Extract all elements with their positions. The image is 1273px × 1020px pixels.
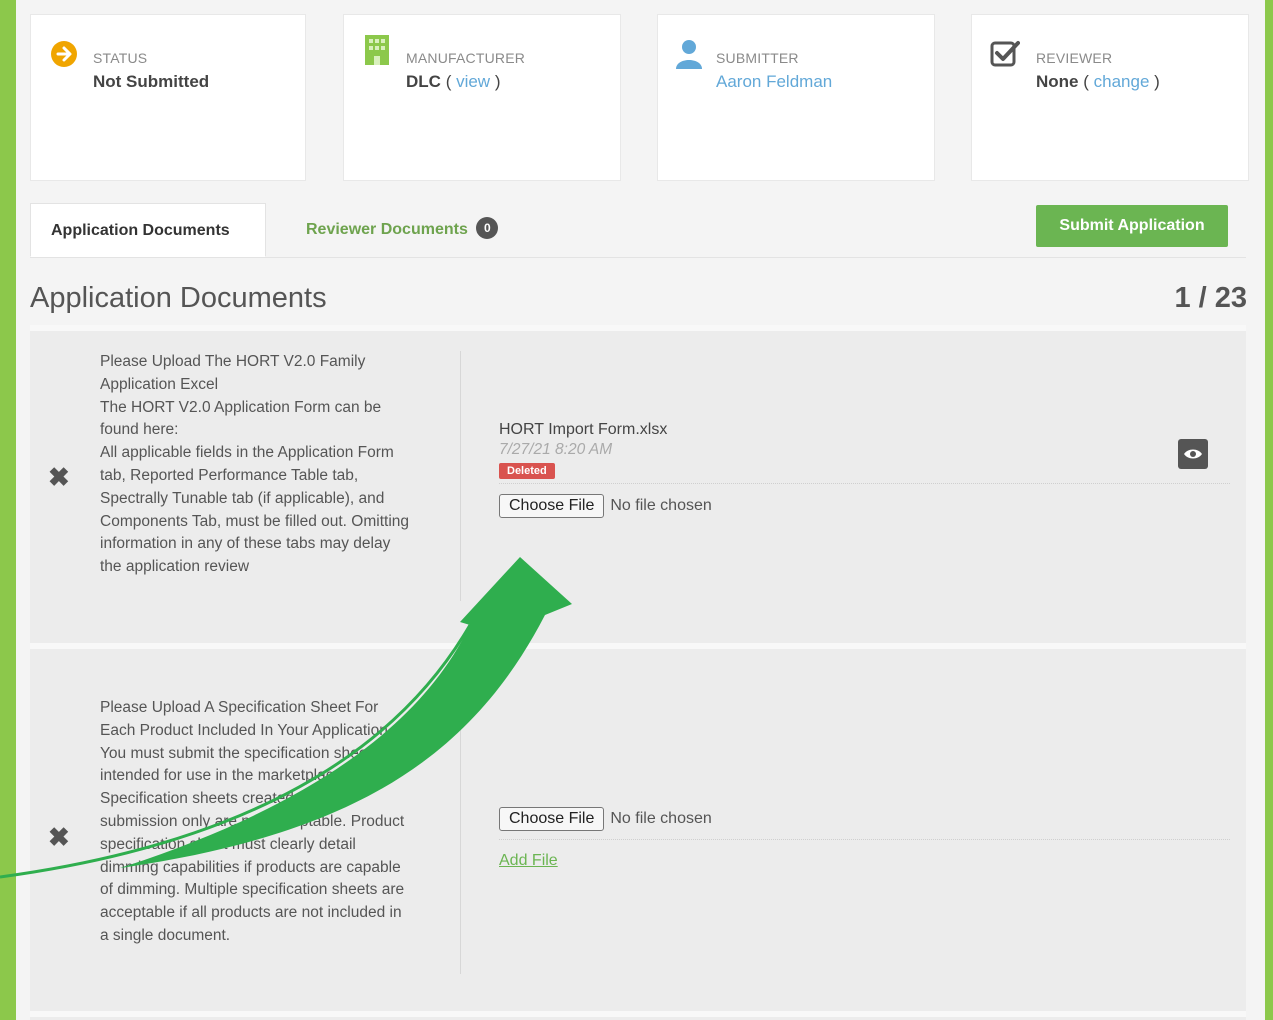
- page-frame: STATUS Not Submitted MANUFACTURER DLC ( …: [16, 0, 1265, 1020]
- description-line: dimming capabilities if products are cap…: [100, 858, 401, 876]
- no-file-text: No file chosen: [610, 497, 712, 514]
- building-icon: [365, 35, 389, 65]
- paren-open: (: [1083, 72, 1094, 91]
- divider: [499, 839, 1230, 840]
- file-input: Choose File No file chosen: [499, 807, 1230, 831]
- description-line: of dimming. Multiple specification sheet…: [100, 881, 405, 899]
- view-file-button[interactable]: [1178, 439, 1208, 469]
- submitter-label: SUBMITTER: [716, 50, 799, 66]
- file-name[interactable]: HORT Import Form.xlsx: [499, 421, 1230, 439]
- eye-icon: [1184, 449, 1202, 459]
- description-line: Spectrally Tunable tab (if applicable), …: [100, 489, 385, 507]
- document-row: ✖ Please Upload The HORT V2.0 Family App…: [30, 325, 1246, 643]
- column-divider: [460, 351, 461, 601]
- manufacturer-value: DLC ( view ): [406, 72, 500, 92]
- file-date: 7/27/21 8:20 AM: [499, 441, 613, 458]
- description-line: tab, Reported Performance Table tab,: [100, 466, 359, 484]
- reviewer-name: None: [1036, 72, 1079, 91]
- section-title: Application Documents: [30, 282, 327, 314]
- document-description: Please Upload The HORT V2.0 Family Appli…: [100, 351, 460, 579]
- reviewer-value: None ( change ): [1036, 72, 1160, 92]
- description-line: Application Excel: [100, 375, 219, 393]
- manufacturer-name: DLC: [406, 72, 441, 91]
- description-line: information in any of these tabs may del…: [100, 535, 391, 553]
- deleted-badge: Deleted: [499, 463, 555, 479]
- manufacturer-label: MANUFACTURER: [406, 50, 526, 66]
- document-row: [30, 1011, 1246, 1020]
- status-label: STATUS: [93, 50, 148, 66]
- tab-application-documents[interactable]: Application Documents: [30, 203, 266, 257]
- add-file-link[interactable]: Add File: [499, 852, 558, 870]
- file-input: Choose File No file chosen: [499, 494, 1230, 518]
- description-line: Each Product Included In Your Applicatio…: [100, 721, 388, 739]
- submitter-card: SUBMITTER Aaron Feldman: [657, 14, 935, 181]
- description-line: Specification sheets created for DLC: [100, 790, 352, 808]
- description-line: intended for use in the marketplace.: [100, 767, 347, 785]
- file-area: HORT Import Form.xlsx 7/27/21 8:20 AM De…: [499, 421, 1230, 518]
- file-area: Choose File No file chosen Add File: [499, 807, 1230, 870]
- submitter-value: Aaron Feldman: [716, 72, 832, 92]
- x-mark-icon: ✖: [48, 822, 70, 852]
- choose-file-button[interactable]: Choose File: [499, 807, 605, 831]
- submit-application-button[interactable]: Submit Application: [1036, 205, 1228, 247]
- manufacturer-view-link[interactable]: view: [456, 72, 490, 91]
- description-line: Components Tab, must be filled out. Omit…: [100, 512, 410, 530]
- checkbox-checked-icon: [990, 41, 1020, 67]
- reviewer-change-link[interactable]: change: [1094, 72, 1150, 91]
- tab-label: Application Documents: [51, 222, 230, 239]
- reviewer-count-badge: 0: [476, 216, 499, 239]
- status-card: STATUS Not Submitted: [30, 14, 306, 181]
- description-line: the application review: [100, 558, 250, 576]
- description-line: a single document.: [100, 926, 231, 944]
- document-row: ✖ Please Upload A Specification Sheet Fo…: [30, 643, 1246, 1011]
- divider: [499, 483, 1230, 484]
- x-mark-icon: ✖: [48, 462, 70, 492]
- description-line: Please Upload The HORT V2.0 Family: [100, 353, 366, 370]
- no-file-text: No file chosen: [610, 810, 712, 827]
- description-line: Please Upload A Specification Sheet For: [100, 699, 379, 716]
- user-icon: [676, 40, 702, 69]
- description-line: found here:: [100, 421, 179, 439]
- document-count: 1 / 23: [1174, 282, 1247, 314]
- status-value: Not Submitted: [93, 72, 209, 92]
- description-line: You must submit the specification sheet: [100, 744, 372, 762]
- reviewer-label: REVIEWER: [1036, 50, 1113, 66]
- status-value-text: Not Submitted: [93, 72, 210, 91]
- tab-label: Reviewer Documents: [306, 221, 468, 238]
- reviewer-card: REVIEWER None ( change ): [971, 14, 1249, 181]
- tab-reviewer-documents[interactable]: Reviewer Documents 0: [286, 203, 518, 257]
- column-divider: [460, 679, 461, 974]
- manufacturer-card: MANUFACTURER DLC ( view ): [343, 14, 621, 181]
- description-line: submission only are not acceptable. Prod…: [100, 812, 405, 830]
- description-line: acceptable if all products are not inclu…: [100, 904, 402, 922]
- document-description: Please Upload A Specification Sheet For …: [100, 697, 460, 948]
- description-line: specification sheet must clearly detail: [100, 835, 356, 853]
- paren-close: ): [490, 72, 501, 91]
- paren-close: ): [1149, 72, 1160, 91]
- description-line: All applicable fields in the Application…: [100, 444, 394, 462]
- submitter-name-link[interactable]: Aaron Feldman: [716, 72, 832, 91]
- paren-open: (: [445, 72, 457, 91]
- choose-file-button[interactable]: Choose File: [499, 494, 605, 518]
- arrow-circle-right-icon: [51, 41, 77, 67]
- description-line: The HORT V2.0 Application Form can be: [100, 398, 382, 416]
